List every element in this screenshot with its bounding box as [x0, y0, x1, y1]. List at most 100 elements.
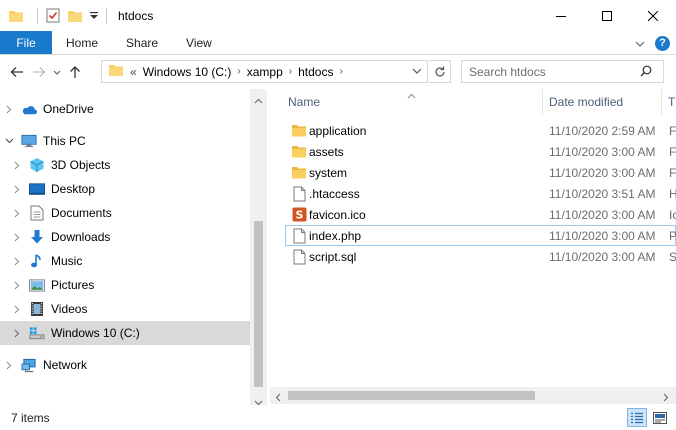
breadcrumb-overflow[interactable]: «	[130, 65, 137, 79]
large-icons-view-button[interactable]	[650, 408, 670, 427]
file-row-index-php[interactable]: index.php 11/10/2020 3:00 AM P	[285, 225, 676, 246]
file-type: P	[669, 228, 676, 243]
chevron-right-icon[interactable]	[11, 255, 23, 267]
nav-item-documents[interactable]: Documents	[0, 201, 250, 225]
file-type: F	[669, 144, 676, 159]
file-row-htaccess[interactable]: .htaccess 11/10/2020 3:51 AM H	[285, 183, 676, 204]
quick-access-toolbar	[0, 0, 114, 31]
search-input[interactable]: Search htdocs	[461, 60, 664, 83]
nav-item-pictures[interactable]: Pictures	[0, 273, 250, 297]
chevron-right-icon[interactable]	[11, 231, 23, 243]
file-row-favicon[interactable]: S favicon.ico 11/10/2020 3:00 AM Ic	[285, 204, 676, 225]
computer-icon	[21, 133, 37, 149]
file-row-system[interactable]: system 11/10/2020 3:00 AM F	[285, 162, 676, 183]
breadcrumb-windows-10-c[interactable]: Windows 10 (C:)	[143, 65, 232, 79]
breadcrumb-separator-icon[interactable]: ›	[339, 66, 342, 77]
tab-file[interactable]: File	[0, 31, 52, 54]
column-header-date-modified[interactable]: Date modified	[549, 89, 623, 115]
refresh-button[interactable]	[429, 60, 451, 83]
column-divider[interactable]	[542, 89, 543, 115]
recent-locations-button[interactable]	[50, 60, 64, 84]
folder-icon[interactable]	[8, 8, 24, 24]
nav-item-label: This PC	[43, 134, 86, 148]
chevron-right-icon[interactable]	[11, 159, 23, 171]
file-row-script-sql[interactable]: script.sql 11/10/2020 3:00 AM S	[285, 246, 676, 267]
nav-item-windows-10-c[interactable]: Windows 10 (C:)	[0, 321, 250, 345]
nav-item-this-pc[interactable]: This PC	[0, 129, 250, 153]
minimize-button[interactable]	[538, 0, 584, 31]
up-button[interactable]	[64, 60, 86, 84]
chevron-right-icon[interactable]	[11, 279, 23, 291]
tab-view[interactable]: View	[172, 31, 226, 54]
address-bar[interactable]: « Windows 10 (C:) › xampp › htdocs ›	[101, 60, 428, 83]
item-count: 7 items	[11, 410, 50, 425]
close-button[interactable]	[630, 0, 676, 31]
customize-toolbar-dropdown-icon[interactable]	[89, 8, 99, 24]
folder-icon	[291, 123, 307, 139]
navigation-pane-scrollbar[interactable]	[250, 89, 267, 406]
sort-ascending-icon	[407, 88, 416, 102]
file-type: S	[669, 249, 676, 264]
nav-item-network[interactable]: Network	[0, 353, 250, 377]
nav-item-onedrive[interactable]: OneDrive	[0, 97, 250, 121]
nav-item-music[interactable]: Music	[0, 249, 250, 273]
cloud-icon	[21, 101, 37, 117]
breadcrumb-separator-icon[interactable]: ›	[289, 66, 292, 77]
forward-button[interactable]	[28, 60, 50, 84]
maximize-button[interactable]	[584, 0, 630, 31]
nav-item-desktop[interactable]: Desktop	[0, 177, 250, 201]
file-date: 11/10/2020 3:00 AM	[549, 144, 656, 159]
chevron-right-icon[interactable]	[3, 359, 15, 371]
nav-item-downloads[interactable]: Downloads	[0, 225, 250, 249]
file-date: 11/10/2020 2:59 AM	[549, 123, 656, 138]
details-view-button[interactable]	[627, 408, 647, 427]
scrollbar-thumb[interactable]	[288, 391, 535, 400]
file-name: assets	[309, 144, 344, 159]
nav-item-videos[interactable]: Videos	[0, 297, 250, 321]
chevron-right-icon[interactable]	[11, 207, 23, 219]
chevron-right-icon[interactable]	[11, 327, 23, 339]
scrollbar-thumb[interactable]	[254, 221, 263, 387]
file-row-application[interactable]: application 11/10/2020 2:59 AM F	[285, 120, 676, 141]
nav-item-label: OneDrive	[43, 102, 94, 116]
file-icon	[291, 249, 307, 265]
column-header-name[interactable]: Name	[288, 89, 320, 115]
nav-item-label: Videos	[51, 302, 88, 316]
nav-item-3d-objects[interactable]: 3D Objects	[0, 153, 250, 177]
ribbon-tabs: File Home Share View ?	[0, 31, 676, 55]
back-button[interactable]	[6, 60, 28, 84]
scroll-left-icon[interactable]	[275, 391, 281, 405]
column-divider[interactable]	[661, 89, 662, 115]
minimize-icon	[556, 15, 566, 17]
file-name: .htaccess	[309, 186, 360, 201]
large-icons-view-icon	[653, 411, 667, 424]
breadcrumb-xampp[interactable]: xampp	[247, 65, 283, 79]
navigation-bar: « Windows 10 (C:) › xampp › htdocs › Sea…	[0, 55, 676, 89]
nav-item-label: Desktop	[51, 182, 96, 196]
chevron-down-icon[interactable]	[3, 135, 15, 147]
chevron-right-icon[interactable]	[11, 183, 23, 195]
address-dropdown-icon[interactable]	[411, 64, 423, 81]
scroll-up-icon[interactable]	[254, 93, 263, 107]
tab-home[interactable]: Home	[52, 31, 112, 54]
breadcrumb-separator-icon[interactable]: ›	[237, 66, 240, 77]
file-date: 11/10/2020 3:00 AM	[549, 207, 656, 222]
file-type: Ic	[669, 207, 676, 222]
properties-icon[interactable]	[45, 8, 61, 24]
search-icon[interactable]	[640, 65, 669, 80]
column-header-type[interactable]: T	[668, 89, 675, 115]
file-list-horizontal-scrollbar[interactable]	[270, 387, 676, 404]
chevron-right-icon[interactable]	[11, 303, 23, 315]
document-icon	[29, 205, 45, 221]
new-folder-icon[interactable]	[67, 8, 83, 24]
expand-ribbon-chevron-icon[interactable]	[635, 36, 645, 50]
help-icon[interactable]: ?	[655, 35, 670, 51]
tab-share[interactable]: Share	[112, 31, 172, 54]
chevron-right-icon[interactable]	[3, 103, 15, 115]
scroll-right-icon[interactable]	[663, 391, 669, 405]
file-row-assets[interactable]: assets 11/10/2020 3:00 AM F	[285, 141, 676, 162]
up-arrow-icon	[70, 66, 80, 78]
nav-item-label: Network	[43, 358, 88, 372]
nav-item-label: Downloads	[51, 230, 111, 244]
breadcrumb-htdocs[interactable]: htdocs	[298, 65, 333, 79]
